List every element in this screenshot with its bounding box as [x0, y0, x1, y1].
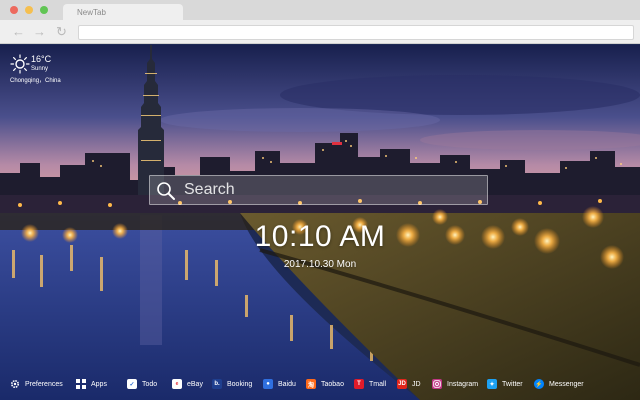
gear-icon [10, 379, 20, 389]
bottom-shortcut-bar: Preferences Apps ✓ Todo e eBay b. Bookin… [0, 374, 640, 394]
weather-condition: Sunny [31, 66, 49, 72]
browser-titlebar: NewTab [0, 0, 640, 20]
minimize-window-button[interactable] [25, 6, 33, 14]
search-icon[interactable] [156, 181, 176, 201]
ebay-label: eBay [187, 380, 203, 388]
weather-location: Chongqing，China [10, 78, 61, 84]
browser-tab[interactable]: NewTab [63, 4, 183, 20]
todo-label: Todo [142, 380, 158, 388]
messenger-icon: ⚡ [534, 379, 544, 389]
twitter-shortcut[interactable]: ✦ Twitter [487, 377, 523, 391]
reload-icon[interactable]: ↻ [56, 24, 67, 40]
ebay-shortcut[interactable]: e eBay [172, 377, 203, 391]
jd-icon: JD [397, 379, 407, 389]
maximize-window-button[interactable] [40, 6, 48, 14]
clock-date: 2017.10.30 Mon [283, 259, 357, 270]
instagram-icon [432, 379, 442, 389]
forward-arrow-icon[interactable]: → [33, 24, 46, 40]
taobao-icon: 淘 [306, 379, 316, 389]
back-arrow-icon[interactable]: ← [12, 24, 25, 40]
weather-widget[interactable]: 16°C Sunny Chongqing，China [8, 54, 68, 84]
taobao-label: Taobao [321, 380, 344, 388]
baidu-paw-icon: ● [263, 379, 273, 389]
instagram-shortcut[interactable]: Instagram [432, 377, 478, 391]
jd-shortcut[interactable]: JD JD [397, 377, 421, 391]
booking-shortcut[interactable]: b. Booking [212, 377, 252, 391]
preferences-button[interactable]: Preferences [10, 377, 63, 391]
tab-title: NewTab [77, 8, 106, 17]
apps-label: Apps [91, 380, 107, 388]
sun-icon [10, 54, 30, 74]
messenger-label: Messenger [549, 380, 584, 388]
browser-toolbar: ← → ↻ [0, 20, 640, 44]
tmall-label: Tmall [369, 380, 387, 388]
weather-temperature: 16°C [31, 54, 52, 64]
booking-icon: b. [212, 379, 222, 389]
ebay-icon: e [172, 379, 182, 389]
search-box[interactable] [149, 175, 488, 205]
todo-button[interactable]: ✓ Todo [127, 377, 157, 391]
twitter-label: Twitter [502, 380, 523, 388]
instagram-label: Instagram [447, 380, 479, 388]
checkbox-icon: ✓ [127, 379, 137, 389]
address-bar[interactable] [78, 25, 634, 40]
messenger-shortcut[interactable]: ⚡ Messenger [534, 377, 584, 391]
grid-icon [76, 379, 86, 389]
twitter-bird-icon: ✦ [487, 379, 497, 389]
booking-label: Booking [227, 380, 253, 388]
clock-time: 10:10 AM [254, 220, 386, 253]
apps-button[interactable]: Apps [76, 377, 107, 391]
baidu-label: Baidu [278, 380, 296, 388]
tmall-shortcut[interactable]: T Tmall [354, 377, 386, 391]
jd-label: JD [412, 380, 421, 388]
baidu-shortcut[interactable]: ● Baidu [263, 377, 296, 391]
taobao-shortcut[interactable]: 淘 Taobao [306, 377, 344, 391]
tmall-icon: T [354, 379, 364, 389]
search-input[interactable] [184, 179, 474, 201]
close-window-button[interactable] [10, 6, 18, 14]
preferences-label: Preferences [25, 380, 63, 388]
